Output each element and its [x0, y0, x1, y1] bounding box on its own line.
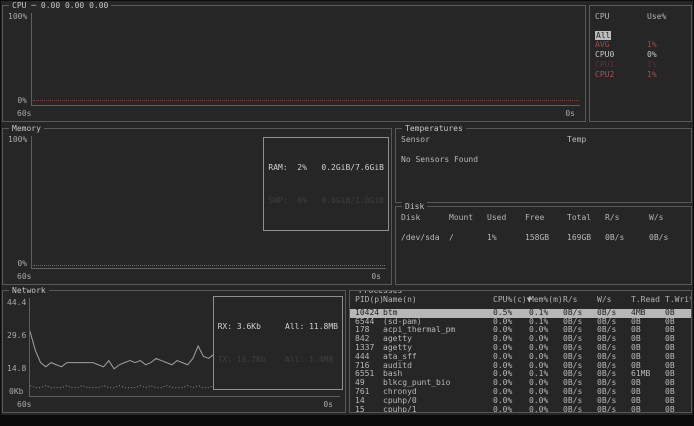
processes-panel[interactable]: Processes PID(p)Name(n)CPU%(c)▼Mem%(m)R/…	[349, 290, 692, 413]
disk-cell: 169GB	[567, 233, 605, 243]
column-header[interactable]: W/s	[649, 213, 691, 223]
cpu-legend-entry[interactable]: CPU11%	[590, 60, 691, 70]
disk-cell: 0B/s	[649, 233, 691, 243]
disk-cell: 1%	[487, 233, 525, 243]
processes-panel-title: Processes	[356, 290, 405, 296]
cpu-legend-col-name[interactable]: CPU	[595, 12, 647, 22]
network-panel-title: Network	[9, 286, 49, 296]
process-cell: 0.0%	[493, 406, 529, 413]
cpu-legend-header: CPU Use%	[590, 12, 691, 22]
column-header[interactable]: R/s	[563, 296, 597, 305]
memory-x-right-label: 0s	[371, 272, 381, 282]
cpu-legend-entry-value: 1%	[647, 40, 691, 50]
process-row[interactable]: 15cpuhp/10.0%0.0%0B/s0B/s0B0B	[350, 406, 691, 413]
memory-panel-title: Memory	[9, 124, 44, 134]
network-legend-box: RX: 3.6Kb All: 11.8MB TX: 16.7Kb All: 1.…	[213, 296, 343, 390]
network-y-label-4: 0Kb	[9, 387, 23, 397]
cpu-legend-entry[interactable]: AVG1%	[590, 40, 691, 50]
cpu-legend-entry-value: 1%	[647, 70, 691, 80]
cpu-avg-line	[33, 100, 579, 101]
disk-cell: 0B/s	[605, 233, 649, 243]
cpu-legend-entry-label: CPU0	[595, 50, 647, 60]
column-header[interactable]: PID(p)	[355, 296, 383, 305]
cpu-legend-entry[interactable]: All	[590, 31, 691, 41]
process-rows: 10424btm0.5%0.1%0B/s0B/s4MB0B6544(sd-pam…	[350, 309, 691, 413]
cpu-legend-entry-label: CPU1	[595, 60, 647, 70]
network-x-right-label: 0s	[323, 400, 333, 410]
temperatures-col-temp[interactable]: Temp	[567, 135, 691, 145]
processes-header-row: PID(p)Name(n)CPU%(c)▼Mem%(m)R/sW/sT.Read…	[350, 296, 691, 305]
cpu-legend-entry-label: AVG	[595, 40, 647, 50]
cpu-panel[interactable]: CPU ─ 0.00 0.00 0.00 100% 0% 60s 0s	[2, 5, 586, 122]
cpu-legend-col-use[interactable]: Use%	[647, 12, 691, 22]
memory-y-min-label: 0%	[5, 259, 27, 269]
network-rx-legend: RX: 3.6Kb All: 11.8MB	[218, 321, 338, 332]
cpu-legend-entry[interactable]: CPU21%	[590, 70, 691, 80]
cpu-legend-entry-label: CPU2	[595, 70, 647, 80]
network-y-label-2: 29.6	[7, 331, 26, 341]
column-header[interactable]: T.Write	[665, 296, 692, 305]
disk-row[interactable]: /dev/sda/1%158GB169GB0B/s0B/s	[396, 233, 691, 243]
temperatures-panel[interactable]: Temperatures Sensor Temp No Sensors Foun…	[395, 128, 692, 203]
cpu-x-right-label: 0s	[565, 109, 575, 119]
network-y-label-3: 14.8	[7, 364, 26, 374]
disk-rows: /dev/sda/1%158GB169GB0B/s0B/s	[396, 233, 691, 243]
network-tx-legend: TX: 16.7Kb All: 1.4MB	[218, 354, 338, 365]
column-header[interactable]: R/s	[605, 213, 649, 223]
column-header[interactable]: CPU%(c)▼	[493, 296, 529, 305]
cpu-legend-entry-value: 0%	[647, 50, 691, 60]
process-cell: 15	[355, 406, 383, 413]
disk-cell: /	[449, 233, 487, 243]
temperatures-col-sensor[interactable]: Sensor	[401, 135, 567, 145]
column-header[interactable]: Free	[525, 213, 567, 223]
memory-ram-line	[33, 265, 385, 266]
process-cell: 0B/s	[597, 406, 631, 413]
temperatures-panel-title: Temperatures	[402, 124, 466, 134]
column-header[interactable]: T.Read	[631, 296, 665, 305]
memory-ram-legend: RAM: 2% 0.2GiB/7.6GiB	[268, 162, 384, 173]
cpu-legend-entry-value	[647, 31, 691, 41]
column-header[interactable]: Name(n)	[383, 296, 493, 305]
memory-swp-legend: SWP: 0% 0.0GiB/1.0GiB	[268, 195, 384, 206]
disk-header-row: DiskMountUsedFreeTotalR/sW/s	[396, 213, 691, 223]
cpu-legend-panel[interactable]: CPU Use% AllAVG1%CPU00%CPU11%CPU21%	[589, 5, 692, 122]
memory-y-max-label: 100%	[8, 135, 27, 145]
cpu-y-min-label: 0%	[5, 96, 27, 106]
process-cell: cpuhp/1	[383, 406, 493, 413]
column-header[interactable]: W/s	[597, 296, 631, 305]
process-cell: 0B/s	[563, 406, 597, 413]
network-x-left-label: 60s	[17, 400, 31, 410]
temperatures-header: Sensor Temp	[396, 135, 691, 145]
memory-legend-box: RAM: 2% 0.2GiB/7.6GiB SWP: 0% 0.0GiB/1.0…	[263, 137, 389, 231]
cpu-legend-list: AllAVG1%CPU00%CPU11%CPU21%	[590, 31, 691, 80]
cpu-legend-entry[interactable]: CPU00%	[590, 50, 691, 60]
memory-x-left-label: 60s	[17, 272, 31, 282]
cpu-y-max-label: 100%	[8, 12, 27, 22]
cpu-graph	[31, 13, 580, 106]
column-header[interactable]: Used	[487, 213, 525, 223]
process-cell: 0.0%	[529, 406, 563, 413]
cpu-legend-entry-label: All	[595, 31, 611, 41]
cpu-panel-title: CPU ─ 0.00 0.00 0.00	[9, 1, 111, 11]
network-panel[interactable]: Network 44.4 29.6 14.8 0Kb 60s 0s RX: 3.…	[2, 290, 346, 413]
temperatures-empty-message: No Sensors Found	[396, 155, 691, 165]
column-header[interactable]: Disk	[401, 213, 449, 223]
disk-cell: 158GB	[525, 233, 567, 243]
cpu-legend-entry-value: 1%	[647, 60, 691, 70]
disk-panel[interactable]: Disk DiskMountUsedFreeTotalR/sW/s /dev/s…	[395, 206, 692, 285]
disk-cell: /dev/sda	[401, 233, 449, 243]
column-header[interactable]: Mem%(m)	[529, 296, 563, 305]
column-header[interactable]: Mount	[449, 213, 487, 223]
terminal-screen: CPU ─ 0.00 0.00 0.00 100% 0% 60s 0s CPU …	[0, 0, 694, 426]
process-cell: 0B	[631, 406, 665, 413]
network-y-label-1: 44.4	[7, 298, 26, 308]
disk-panel-title: Disk	[402, 202, 427, 212]
cpu-x-left-label: 60s	[17, 109, 31, 119]
memory-panel[interactable]: Memory 100% 0% 60s 0s RAM: 2% 0.2GiB/7.6…	[2, 128, 392, 285]
process-cell: 0B	[665, 406, 691, 413]
column-header[interactable]: Total	[567, 213, 605, 223]
